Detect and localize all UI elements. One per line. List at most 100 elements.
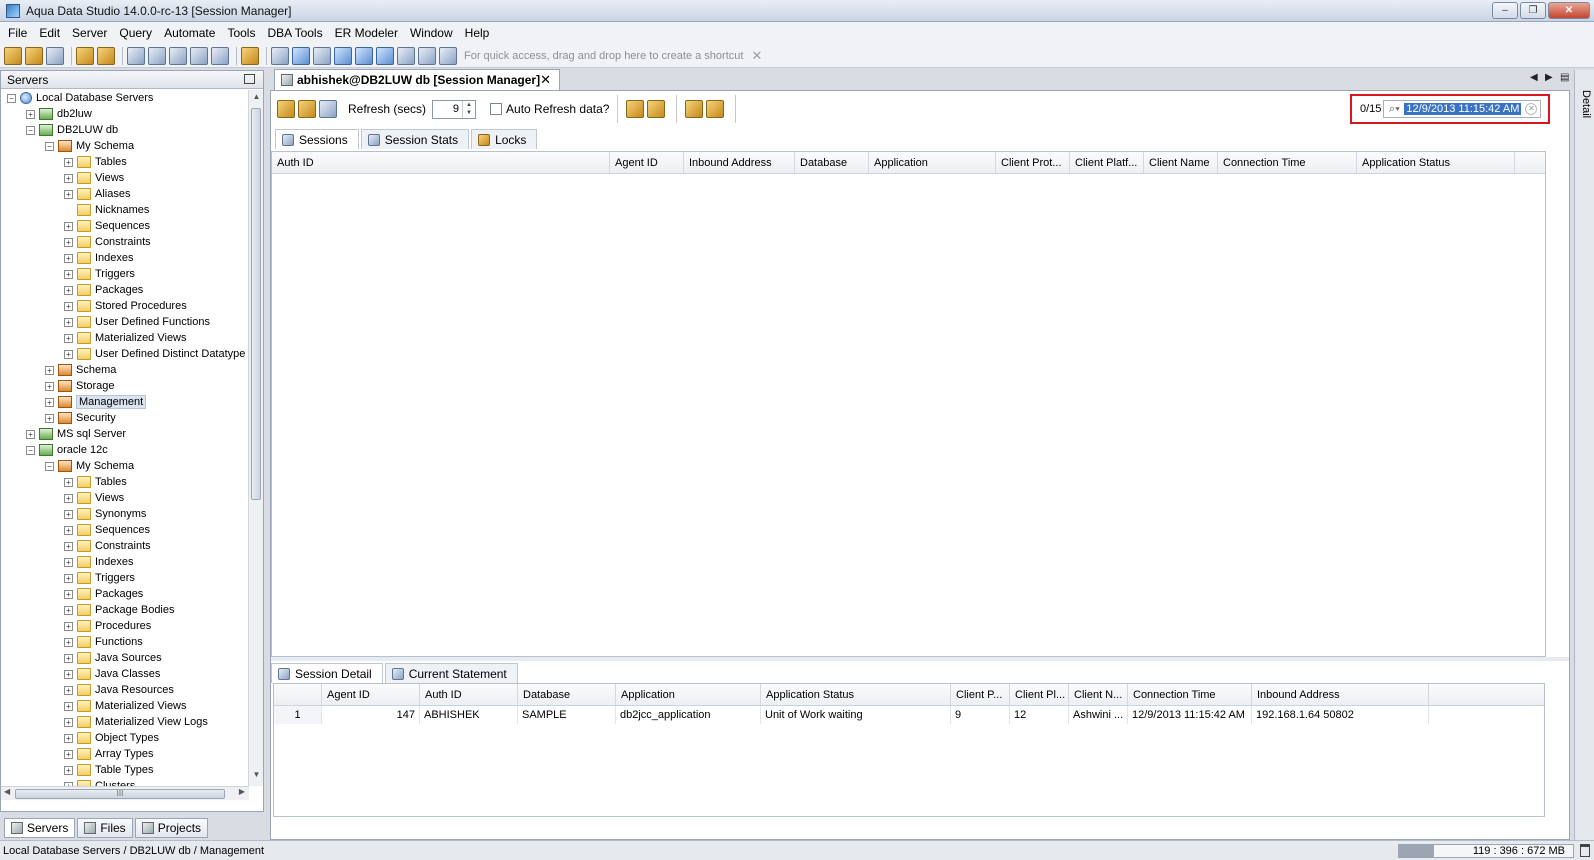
expand-icon[interactable]: + [64, 573, 73, 583]
column-header[interactable]: Application Status [761, 684, 951, 705]
scroll-left-icon[interactable]: ◀ [4, 787, 10, 796]
menu-er-modeler[interactable]: ER Modeler [329, 22, 404, 44]
expand-icon[interactable]: + [64, 605, 73, 615]
expand-icon[interactable]: + [64, 701, 73, 711]
expand-icon[interactable]: + [64, 221, 73, 231]
tree-node[interactable]: + Indexes [1, 554, 249, 570]
tab-locks[interactable]: Locks [471, 129, 538, 149]
tree-node-label[interactable]: Sequences [95, 220, 150, 232]
table-cell[interactable]: 9 [951, 706, 1010, 724]
tree-node[interactable]: + MS sql Server [1, 426, 249, 442]
tree-node[interactable]: + Views [1, 490, 249, 506]
close-hint-icon[interactable]: ✕ [751, 48, 762, 64]
menu-dba-tools[interactable]: DBA Tools [261, 22, 328, 44]
tree-node-label[interactable]: Packages [95, 284, 143, 296]
collapse-icon[interactable]: − [26, 445, 35, 455]
tree-node-label[interactable]: MS sql Server [57, 428, 126, 440]
tree-node-label[interactable]: User Defined Distinct Datatype [95, 348, 245, 360]
tab-files[interactable]: Files [77, 818, 133, 838]
minimize-button[interactable]: ‒ [1492, 2, 1518, 19]
table-cell[interactable]: Unit of Work waiting [761, 706, 951, 724]
tree-node[interactable]: + Storage [1, 378, 249, 394]
tree-node-label[interactable]: Indexes [95, 252, 134, 264]
scroll-down-icon[interactable]: ▼ [249, 770, 264, 784]
tree-node[interactable]: + Tables [1, 154, 249, 170]
menu-tools[interactable]: Tools [221, 22, 261, 44]
unregister-server-icon[interactable] [97, 46, 115, 65]
tree-node[interactable]: + Procedures [1, 618, 249, 634]
collapse-icon[interactable]: − [45, 461, 54, 471]
expand-icon[interactable]: + [64, 493, 73, 503]
tree-node[interactable]: + Packages [1, 586, 249, 602]
tree-node-label[interactable]: Tables [95, 156, 127, 168]
tab-projects[interactable]: Projects [134, 818, 209, 838]
expand-icon[interactable]: + [64, 733, 73, 743]
add-filter-icon[interactable] [626, 100, 645, 118]
run-dropdown-icon[interactable] [241, 46, 259, 65]
tree-node-label[interactable]: Management [76, 395, 147, 409]
expand-icon[interactable]: + [64, 189, 73, 199]
query-window-icon[interactable] [127, 46, 145, 65]
tab-sessions[interactable]: Sessions [275, 129, 359, 149]
tree-node[interactable]: + Constraints [1, 234, 249, 250]
table-cell[interactable]: db2jcc_application [616, 706, 761, 724]
tree-node[interactable]: + Aliases [1, 186, 249, 202]
tree-node[interactable]: + Array Types [1, 746, 249, 762]
refresh-seconds-value[interactable]: 9 [453, 103, 459, 115]
menu-edit[interactable]: Edit [33, 22, 66, 44]
column-header[interactable]: Inbound Address [1252, 684, 1429, 705]
tree-node[interactable]: + Sequences [1, 218, 249, 234]
tree-node[interactable]: + Materialized Views [1, 330, 249, 346]
expand-icon[interactable]: + [64, 237, 73, 247]
tree-node[interactable]: + User Defined Functions [1, 314, 249, 330]
expand-icon[interactable]: + [64, 653, 73, 663]
tree-node-label[interactable]: Java Resources [95, 684, 174, 696]
tree-node[interactable]: + Java Classes [1, 666, 249, 682]
tree-node[interactable]: + Stored Procedures [1, 298, 249, 314]
tree-node-label[interactable]: Triggers [95, 268, 135, 280]
layout-icon[interactable] [334, 46, 352, 65]
stepper-arrows-icon[interactable]: ▲ ▼ [462, 100, 475, 118]
tree-node[interactable]: + Package Bodies [1, 602, 249, 618]
menu-automate[interactable]: Automate [158, 22, 221, 44]
table-cell[interactable]: SAMPLE [518, 706, 616, 724]
export-icon[interactable] [439, 46, 457, 65]
tree-node[interactable]: + Schema [1, 362, 249, 378]
expand-icon[interactable]: + [45, 413, 54, 423]
table-data-icon[interactable] [148, 46, 166, 65]
auto-refresh-checkbox[interactable] [490, 103, 503, 115]
tab-session-stats[interactable]: Session Stats [360, 129, 470, 149]
tree-node-label[interactable]: Triggers [95, 572, 135, 584]
tree-horizontal-scrollbar[interactable]: ◀ III ▶ [1, 786, 249, 800]
tree-node[interactable]: − Local Database Servers [1, 90, 249, 106]
column-header[interactable]: Database [518, 684, 616, 705]
list-icon[interactable] [397, 46, 415, 65]
scroll-up-icon[interactable]: ▲ [249, 92, 264, 106]
expand-icon[interactable]: + [64, 301, 73, 311]
expand-icon[interactable]: + [64, 317, 73, 327]
tree-node-label[interactable]: Views [95, 172, 124, 184]
column-header[interactable]: Agent ID [610, 152, 684, 173]
column-header[interactable]: Auth ID [272, 152, 610, 173]
tree-node-label[interactable]: Materialized Views [95, 700, 187, 712]
tree-node-label[interactable]: DB2LUW db [57, 124, 118, 136]
tree-node-label[interactable]: My Schema [76, 460, 134, 472]
tree-node-label[interactable]: Stored Procedures [95, 300, 187, 312]
menu-query[interactable]: Query [113, 22, 158, 44]
tree-node[interactable]: + Constraints [1, 538, 249, 554]
expand-icon[interactable]: + [64, 509, 73, 519]
expand-icon[interactable]: + [26, 109, 35, 119]
garbage-collect-icon[interactable] [1580, 844, 1590, 857]
tree-node[interactable]: + Security [1, 410, 249, 426]
column-header[interactable]: Client Pl... [1010, 684, 1069, 705]
tree-node[interactable]: + Materialized View Logs [1, 714, 249, 730]
expand-icon[interactable]: + [64, 157, 73, 167]
table-cell[interactable]: 192.168.1.64 50802 [1252, 706, 1429, 724]
tree-node-label[interactable]: Package Bodies [95, 604, 175, 616]
scroll-right-icon[interactable]: ▶ [239, 787, 245, 796]
expand-icon[interactable]: + [64, 349, 73, 359]
open-file-icon[interactable] [25, 46, 43, 65]
table-cell[interactable]: 147 [322, 706, 420, 724]
save-icon[interactable] [46, 46, 64, 65]
expand-icon[interactable]: + [64, 541, 73, 551]
